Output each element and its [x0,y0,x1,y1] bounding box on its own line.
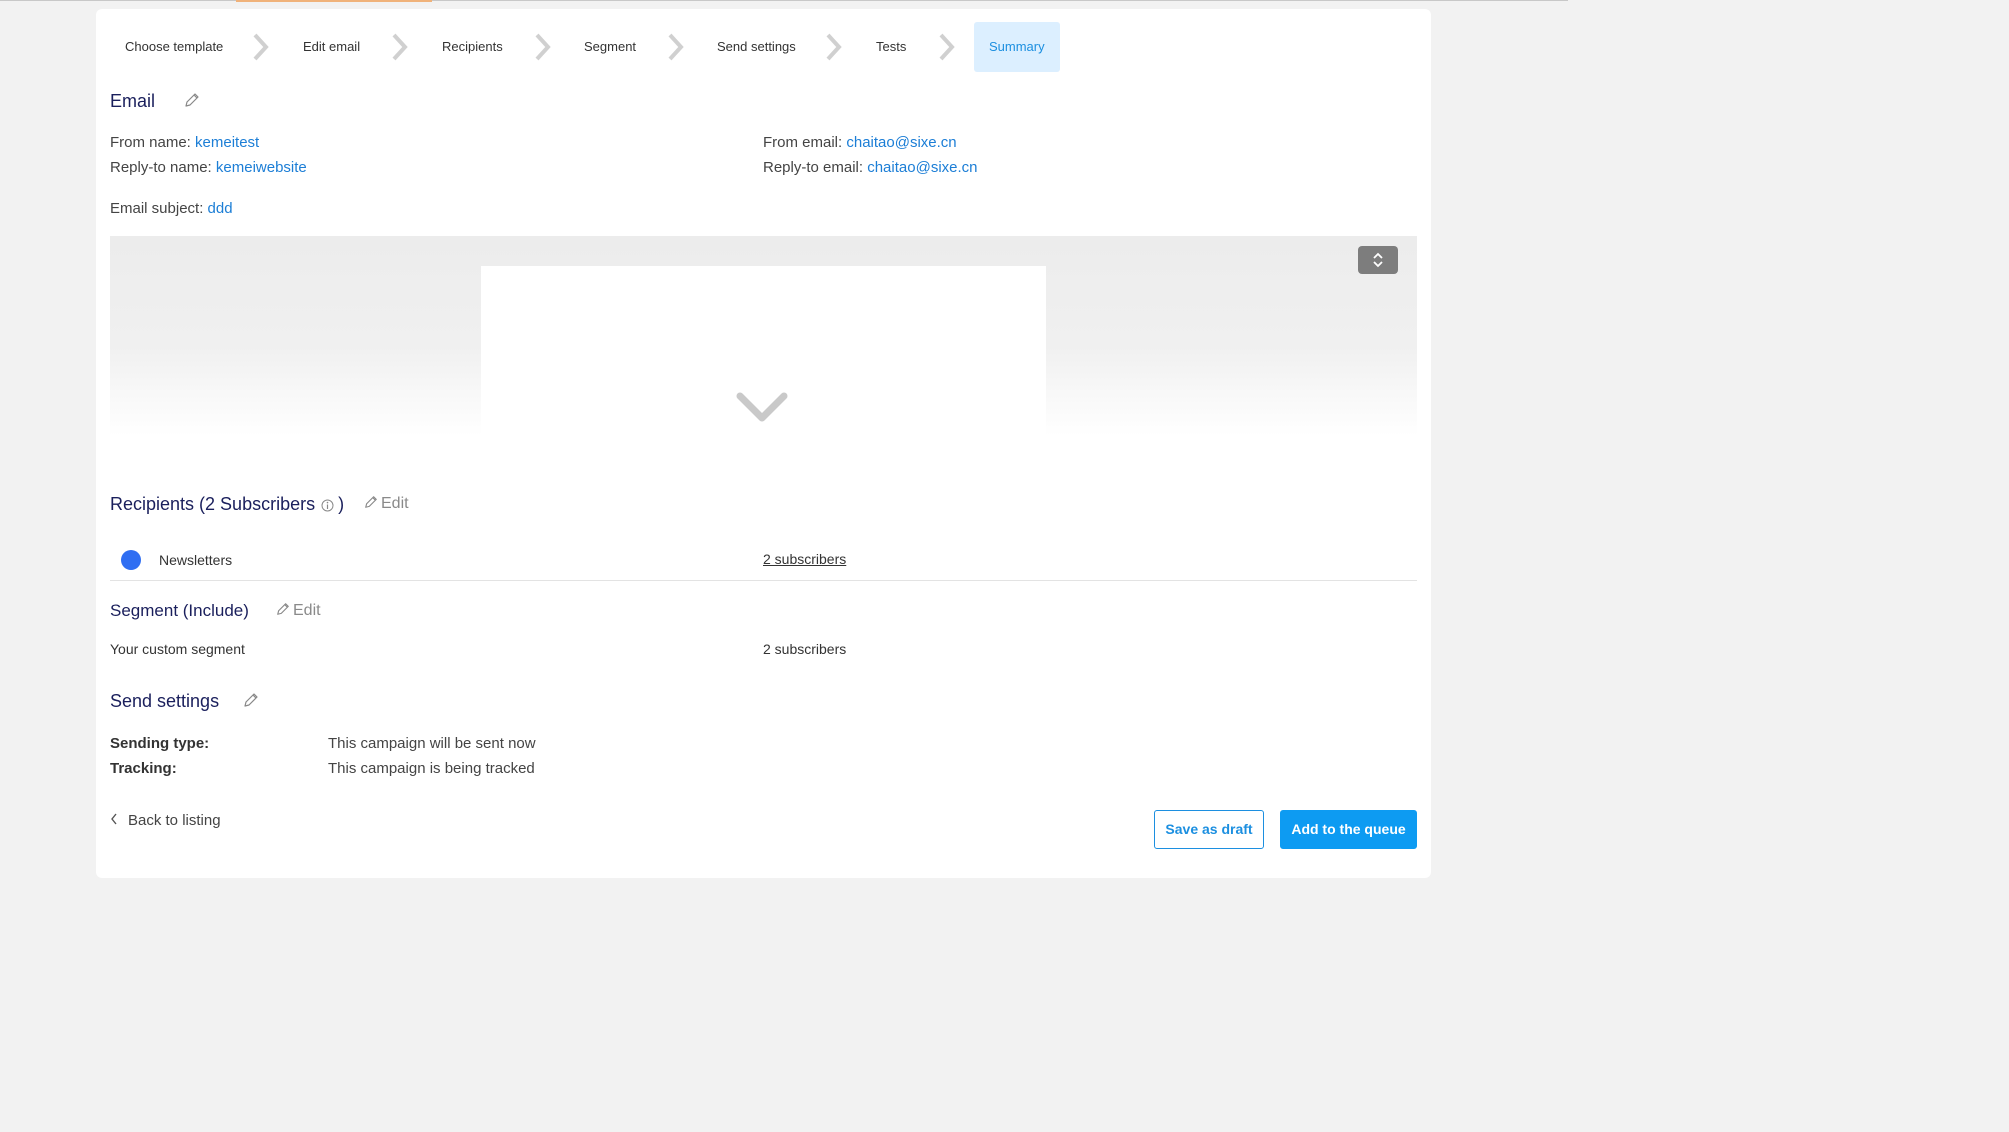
step-tests[interactable]: Tests [876,22,906,72]
chevron-right-icon [390,32,410,62]
expand-vertical-icon [1373,252,1383,268]
add-to-queue-button[interactable]: Add to the queue [1280,810,1417,849]
reply-to-email-label: Reply-to email: [763,159,864,176]
save-as-draft-button[interactable]: Save as draft [1154,810,1264,849]
chevron-right-icon [666,32,686,62]
chevron-right-icon [824,32,844,62]
summary-card: Choose template Edit email Recipients Se… [96,9,1431,878]
from-email-value: chaitao@sixe.cn [846,134,957,151]
segment-name: Your custom segment [110,641,245,657]
from-email-row: From email: chaitao@sixe.cn [763,134,957,151]
chevron-right-icon [533,32,553,62]
edit-segment-label: Edit [293,602,321,619]
divider [110,580,1417,581]
sending-type-value: This campaign will be sent now [328,735,536,752]
email-section-title: Email [110,91,156,111]
email-subject-row: Email subject: ddd [110,200,233,217]
email-subject-value: ddd [207,200,233,217]
reply-to-name-row: Reply-to name: kemeiwebsite [110,159,307,176]
back-to-listing-link[interactable]: Back to listing [110,812,221,829]
from-name-label: From name: [110,134,191,151]
chevron-down-icon[interactable] [736,388,788,426]
list-subscribers-link[interactable]: 2 subscribers [763,551,846,567]
from-name-value: kemeitest [195,134,260,151]
from-email-label: From email: [763,134,843,151]
edit-email-pencil-icon[interactable] [184,92,200,108]
segment-subscribers: 2 subscribers [763,641,847,657]
send-settings-section-title: Send settings [110,691,220,711]
chevron-right-icon [251,32,271,62]
tracking-label: Tracking: [110,760,177,777]
edit-recipients-link[interactable]: Edit [364,495,409,513]
reply-to-name-value: kemeiwebsite [215,159,307,176]
info-icon[interactable] [321,496,334,517]
top-accent-bar [236,0,432,2]
step-choose-template[interactable]: Choose template [125,22,223,72]
from-name-row: From name: kemeitest [110,134,259,151]
reply-to-name-label: Reply-to name: [110,159,212,176]
chevron-left-icon [111,813,117,825]
list-color-dot [121,550,141,570]
step-summary[interactable]: Summary [974,22,1060,72]
edit-segment-link[interactable]: Edit [276,602,321,620]
recipients-section-title: Recipients (2 Subscribers) [110,494,344,517]
step-recipients[interactable]: Recipients [442,22,503,72]
reply-to-email-row: Reply-to email: chaitao@sixe.cn [763,159,978,176]
step-send-settings[interactable]: Send settings [717,22,796,72]
wizard-stepper: Choose template Edit email Recipients Se… [96,22,1431,72]
tracking-value: This campaign is being tracked [328,760,535,777]
list-name: Newsletters [159,552,233,568]
edit-send-settings-pencil-icon[interactable] [243,692,259,708]
recipients-title-suffix: ) [338,494,345,514]
email-subject-label: Email subject: [110,200,204,217]
back-to-listing-label: Back to listing [128,812,221,829]
step-edit-email[interactable]: Edit email [303,22,360,72]
expand-preview-button[interactable] [1358,246,1398,274]
edit-recipients-label: Edit [381,495,409,512]
pencil-icon [277,603,289,615]
step-segment[interactable]: Segment [584,22,636,72]
chevron-right-icon [937,32,957,62]
sending-type-label: Sending type: [110,735,210,752]
recipients-title-text: Recipients (2 Subscribers [110,494,316,514]
reply-to-email-value: chaitao@sixe.cn [867,159,978,176]
segment-section-title: Segment (Include) [110,601,249,620]
pencil-icon [365,496,377,508]
email-preview [110,236,1417,436]
